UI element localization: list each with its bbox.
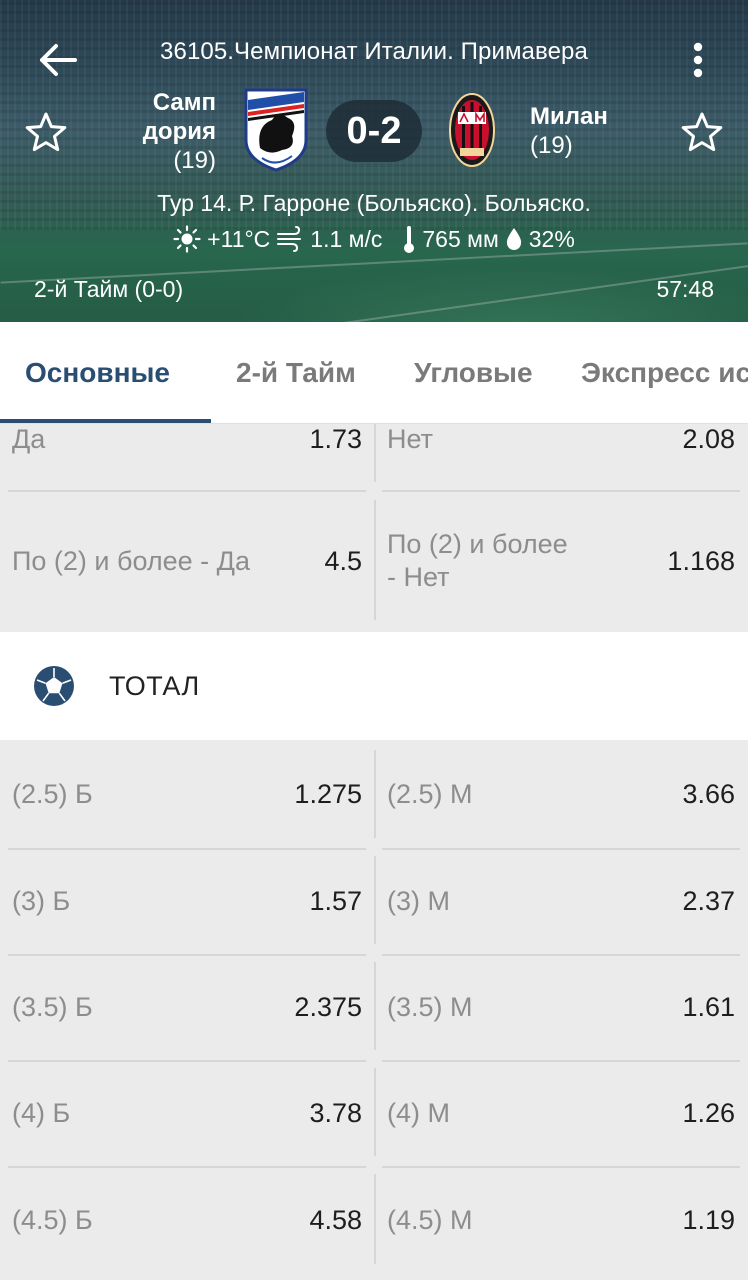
odds-cell-two-or-more-no[interactable]: По (2) и более - Нет 1.168 (387, 504, 735, 618)
odds-label-line2: - Нет (387, 562, 450, 592)
total-section-header[interactable]: ТОТАЛ (0, 632, 748, 740)
soccer-ball-icon (34, 666, 74, 706)
odds-value: 1.73 (309, 423, 362, 454)
star-outline-icon (25, 112, 67, 152)
total-odds-grid: (2.5) Б 1.275 (2.5) М 3.66 (3) Б 1.57 (3… (0, 740, 748, 1280)
thermometer-icon (402, 224, 416, 254)
odds-cell-over[interactable]: (4.5) Б 4.58 (12, 1166, 362, 1274)
odds-cell-over[interactable]: (4) Б 3.78 (12, 1060, 362, 1166)
odds-cell-over[interactable]: (3) Б 1.57 (12, 848, 362, 954)
odds-cell-under[interactable]: (4) М 1.26 (387, 1060, 735, 1166)
odds-group-top: Да 1.73 Нет 2.08 По (2) и более - Да 4.5… (0, 424, 748, 632)
more-vert-icon (693, 42, 703, 78)
home-team-name-line2: дория (142, 118, 216, 145)
tab-main[interactable]: Основные (25, 322, 170, 423)
match-score: 0-2 (326, 100, 422, 162)
odds-label: Нет (387, 423, 433, 454)
odds-row: (4) Б 3.78 (4) М 1.26 (0, 1060, 748, 1166)
odds-label: По (2) и более - Нет (387, 528, 568, 594)
pressure-value: 765 мм (422, 225, 499, 252)
tab-express[interactable]: Экспресс ис (581, 322, 748, 423)
temperature-value: +11°C (207, 225, 271, 252)
odds-cell-two-or-more-yes[interactable]: По (2) и более - Да 4.5 (12, 504, 362, 618)
odds-cell-under[interactable]: (3.5) М 1.61 (387, 954, 735, 1060)
favorite-home-button[interactable] (22, 108, 70, 156)
odds-label: (4.5) М (387, 1204, 473, 1235)
odds-label: (3) Б (12, 885, 71, 916)
home-team-rank: (19) (173, 147, 216, 174)
odds-cell-under[interactable]: (3) М 2.37 (387, 848, 735, 954)
row-divider (382, 490, 740, 492)
home-team-name-line1: Самп (152, 89, 216, 116)
weather-row: +11°C 1.1 м/с 765 мм 32% (0, 224, 748, 254)
match-timer: 57:48 (656, 276, 714, 302)
wind-icon (276, 226, 304, 252)
odds-cell-yes[interactable]: Да 1.73 (12, 424, 362, 454)
away-team-crest (449, 93, 495, 167)
odds-label: (4) Б (12, 1097, 71, 1128)
odds-cell-over[interactable]: (2.5) Б 1.275 (12, 740, 362, 848)
odds-value: 4.58 (309, 1204, 362, 1235)
odds-value: 2.37 (682, 885, 735, 916)
odds-value: 2.08 (682, 423, 735, 454)
home-team-crest (244, 88, 308, 172)
odds-value: 1.26 (682, 1097, 735, 1128)
venue-info: Тур 14. Р. Гарроне (Больяско). Больяско. (157, 190, 591, 216)
odds-value: 1.61 (682, 991, 735, 1022)
league-title: 36105.Чемпионат Италии. Примавера (160, 38, 588, 65)
match-period: 2-й Тайм (0-0) (34, 276, 184, 302)
odds-label: (4.5) Б (12, 1204, 93, 1235)
odds-value: 2.375 (294, 991, 362, 1022)
odds-row: По (2) и более - Да 4.5 По (2) и более -… (0, 504, 748, 618)
wind-value: 1.1 м/с (310, 225, 383, 252)
odds-label: (2.5) Б (12, 778, 93, 809)
odds-value: 3.66 (682, 778, 735, 809)
odds-cell-no[interactable]: Нет 2.08 (387, 424, 735, 454)
odds-value: 1.275 (294, 778, 362, 809)
more-options-button[interactable] (684, 38, 712, 82)
odds-value: 1.19 (682, 1204, 735, 1235)
odds-row: Да 1.73 Нет 2.08 (0, 424, 748, 454)
odds-label: Да (12, 423, 46, 454)
odds-cell-under[interactable]: (2.5) М 3.66 (387, 740, 735, 848)
humidity-value: 32% (528, 225, 575, 252)
tab-corners[interactable]: Угловые (414, 322, 533, 423)
odds-row: (3.5) Б 2.375 (3.5) М 1.61 (0, 954, 748, 1060)
away-team-name-line1: Милан (530, 103, 608, 130)
odds-label: (3.5) Б (12, 991, 93, 1022)
odds-row: (4.5) Б 4.58 (4.5) М 1.19 (0, 1166, 748, 1274)
sun-icon (173, 225, 201, 253)
odds-cell-under[interactable]: (4.5) М 1.19 (387, 1166, 735, 1274)
odds-label: (2.5) М (387, 778, 473, 809)
odds-value: 1.57 (309, 885, 362, 916)
odds-value: 4.5 (324, 545, 362, 576)
tab-second-half[interactable]: 2-й Тайм (236, 322, 356, 423)
odds-value: 3.78 (309, 1097, 362, 1128)
odds-label: (3.5) М (387, 991, 473, 1022)
section-title: ТОТАЛ (109, 670, 200, 701)
away-team-name: Милан (19) (530, 102, 608, 160)
match-header: 36105.Чемпионат Италии. Примавера Самп д… (0, 0, 748, 322)
market-tabs: Основные 2-й Тайм Угловые Экспресс ис (0, 322, 748, 424)
away-team-rank: (19) (530, 132, 573, 159)
odds-label-line1: По (2) и более (387, 529, 568, 559)
row-divider (8, 490, 366, 492)
home-team-name: Самп дория (19) (143, 88, 216, 175)
odds-row: (3) Б 1.57 (3) М 2.37 (0, 848, 748, 954)
drop-icon (505, 226, 523, 252)
odds-value: 1.168 (667, 545, 735, 576)
odds-row: (2.5) Б 1.275 (2.5) М 3.66 (0, 740, 748, 848)
odds-cell-over[interactable]: (3.5) Б 2.375 (12, 954, 362, 1060)
odds-label: По (2) и более - Да (12, 545, 250, 576)
favorite-away-button[interactable] (678, 108, 726, 156)
star-outline-icon (681, 112, 723, 152)
odds-label: (3) М (387, 885, 450, 916)
odds-label: (4) М (387, 1097, 450, 1128)
